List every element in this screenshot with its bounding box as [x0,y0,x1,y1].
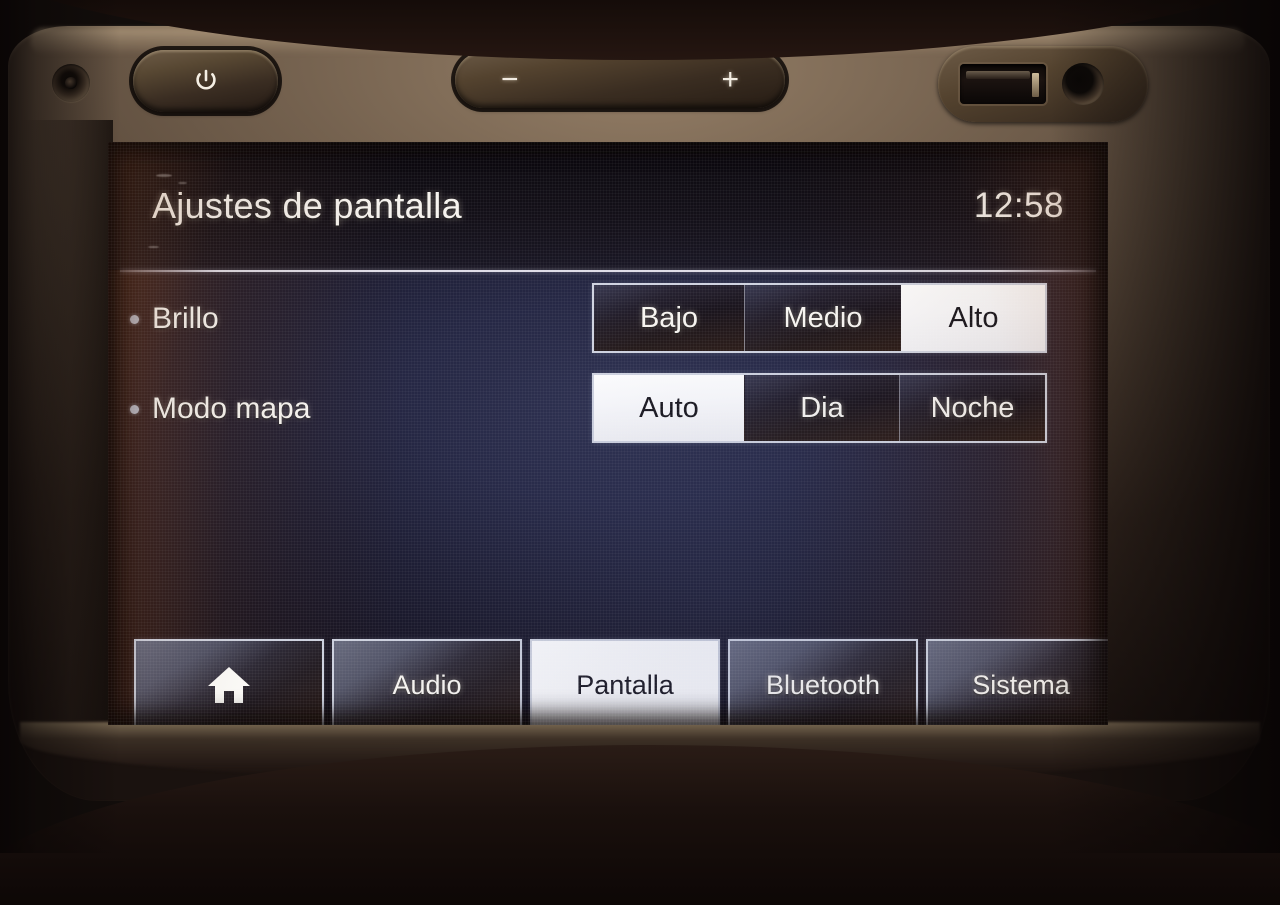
bottom-tab-bar: Audio Pantalla Bluetooth Sistema [134,639,1108,725]
bullet-icon [130,314,139,324]
page-title: Ajustes de pantalla [152,185,462,226]
power-icon [195,69,217,93]
volume-rocker[interactable]: − + [455,52,785,108]
segment-bajo[interactable]: Bajo [594,285,744,351]
infotainment-unit: − + Ajustes de pantalla 12:58 Brillo Baj… [0,0,1280,905]
header-divider [120,270,1096,272]
segment-alto[interactable]: Alto [901,285,1045,351]
ir-sensor-icon [52,64,90,102]
segment-auto[interactable]: Auto [594,375,744,441]
tab-pantalla[interactable]: Pantalla [530,639,720,725]
port-plate [938,46,1148,122]
segment-medio[interactable]: Medio [744,285,901,351]
usb-port[interactable] [960,64,1046,104]
clock: 12:58 [973,186,1064,225]
setting-label-text: Modo mapa [152,392,311,425]
tab-bluetooth[interactable]: Bluetooth [728,639,918,725]
setting-row-brillo: Brillo Bajo Medio Alto [108,274,1108,364]
screen-header: Ajustes de pantalla 12:58 [108,142,1108,270]
segment-noche[interactable]: Noche [899,375,1045,441]
segmented-control-modo-mapa: Auto Dia Noche [592,373,1047,443]
volume-down-icon[interactable]: − [501,65,519,95]
power-button[interactable] [133,50,278,112]
volume-up-icon[interactable]: + [721,65,739,95]
bullet-icon [130,404,139,414]
setting-label-text: Brillo [152,302,219,335]
tab-audio[interactable]: Audio [332,639,522,725]
aux-jack[interactable] [1062,63,1104,105]
home-icon [206,664,252,706]
segment-dia[interactable]: Dia [744,375,899,441]
settings-list: Brillo Bajo Medio Alto Modo mapa Auto Di… [108,274,1108,454]
tab-home[interactable] [134,639,324,725]
setting-label-brillo: Brillo [108,302,460,336]
segmented-control-brillo: Bajo Medio Alto [592,283,1047,353]
setting-row-modo-mapa: Modo mapa Auto Dia Noche [108,364,1108,454]
lcd-screen: Ajustes de pantalla 12:58 Brillo Bajo Me… [108,142,1108,725]
tab-sistema[interactable]: Sistema [926,639,1108,725]
setting-label-modo-mapa: Modo mapa [108,392,460,426]
